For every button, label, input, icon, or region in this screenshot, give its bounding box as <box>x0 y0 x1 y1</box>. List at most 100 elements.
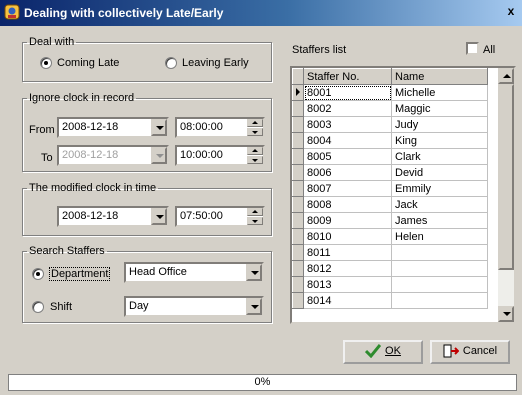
staffers-grid[interactable]: Staffer No. Name 8001 Michelle 8002 Maggic 8… <box>290 66 516 324</box>
scroll-thumb[interactable] <box>498 84 514 270</box>
row-indicator[interactable] <box>292 148 304 165</box>
scroll-up-icon[interactable] <box>498 68 514 84</box>
leaving-early-label[interactable]: Leaving Early <box>182 57 249 69</box>
name-cell[interactable] <box>391 292 488 309</box>
row-indicator[interactable] <box>292 292 304 309</box>
table-row[interactable]: 8003 Judy <box>292 116 488 133</box>
row-indicator[interactable] <box>292 196 304 213</box>
table-row[interactable]: 8013 <box>292 276 488 293</box>
table-row[interactable]: 8012 <box>292 260 488 277</box>
name-cell[interactable] <box>391 244 488 261</box>
spin-down-icon[interactable] <box>247 156 263 164</box>
row-indicator[interactable] <box>292 260 304 277</box>
name-cell[interactable]: James <box>391 212 488 229</box>
staffer-no-cell[interactable]: 8004 <box>303 132 392 149</box>
table-row[interactable]: 8010 Helen <box>292 228 488 245</box>
column-header-name[interactable]: Name <box>391 68 488 85</box>
row-indicator[interactable] <box>292 228 304 245</box>
leaving-early-radio[interactable] <box>165 57 177 69</box>
table-row[interactable]: 8001 Michelle <box>292 84 488 101</box>
dialog-window: Dealing with collectively Late/Early x D… <box>0 0 522 395</box>
staffer-no-cell[interactable]: 8011 <box>303 244 392 261</box>
all-label[interactable]: All <box>483 44 495 56</box>
staffer-no-cell[interactable]: 8010 <box>303 228 392 245</box>
staffer-no-cell[interactable]: 8001 <box>303 84 392 101</box>
modified-time-input[interactable]: 07:50:00 <box>175 206 265 227</box>
close-icon[interactable]: x <box>504 5 518 19</box>
to-time-spinner[interactable] <box>247 147 263 164</box>
staffer-no-cell[interactable]: 8007 <box>303 180 392 197</box>
scroll-down-icon[interactable] <box>498 306 514 322</box>
spin-down-icon[interactable] <box>247 217 263 225</box>
row-indicator[interactable] <box>292 116 304 133</box>
staffer-no-cell[interactable]: 8014 <box>303 292 392 309</box>
spin-up-icon[interactable] <box>247 147 263 155</box>
name-cell[interactable] <box>391 276 488 293</box>
modified-date-picker[interactable]: 2008-12-18 <box>57 206 169 227</box>
staffer-no-cell[interactable]: 8013 <box>303 276 392 293</box>
to-date-picker: 2008-12-18 <box>57 145 169 166</box>
vertical-scrollbar[interactable] <box>498 68 514 322</box>
table-row[interactable]: 8006 Devid <box>292 164 488 181</box>
name-cell[interactable]: King <box>391 132 488 149</box>
name-cell[interactable]: Emmily <box>391 180 488 197</box>
table-row[interactable]: 8011 <box>292 244 488 261</box>
staffer-no-cell[interactable]: 8008 <box>303 196 392 213</box>
department-select[interactable]: Head Office <box>124 262 264 283</box>
staffer-no-cell[interactable]: 8009 <box>303 212 392 229</box>
shift-select[interactable]: Day <box>124 296 264 317</box>
name-cell[interactable]: Michelle <box>391 84 488 101</box>
department-label[interactable]: Department <box>48 267 111 281</box>
staffer-no-cell[interactable]: 8006 <box>303 164 392 181</box>
name-cell[interactable]: Helen <box>391 228 488 245</box>
staffer-no-cell[interactable]: 8005 <box>303 148 392 165</box>
shift-dropdown-icon[interactable] <box>246 298 262 315</box>
shift-label[interactable]: Shift <box>50 301 72 313</box>
row-indicator[interactable] <box>292 100 304 117</box>
table-row[interactable]: 8004 King <box>292 132 488 149</box>
row-indicator[interactable] <box>292 132 304 149</box>
name-cell[interactable]: Devid <box>391 164 488 181</box>
title-bar[interactable]: Dealing with collectively Late/Early x <box>0 0 522 26</box>
from-date-dropdown-icon[interactable] <box>151 119 167 136</box>
column-header-staffer-no[interactable]: Staffer No. <box>303 68 392 85</box>
row-indicator[interactable] <box>292 164 304 181</box>
table-row[interactable]: 8009 James <box>292 212 488 229</box>
row-indicator[interactable] <box>292 276 304 293</box>
from-date-picker[interactable]: 2008-12-18 <box>57 117 169 138</box>
staffer-no-cell[interactable]: 8002 <box>303 100 392 117</box>
row-indicator[interactable] <box>292 84 304 101</box>
spin-up-icon[interactable] <box>247 208 263 216</box>
coming-late-radio[interactable] <box>40 57 52 69</box>
table-row[interactable]: 8008 Jack <box>292 196 488 213</box>
modified-date-dropdown-icon[interactable] <box>151 208 167 225</box>
row-indicator[interactable] <box>292 212 304 229</box>
name-cell[interactable] <box>391 260 488 277</box>
name-cell[interactable]: Jack <box>391 196 488 213</box>
coming-late-label[interactable]: Coming Late <box>57 57 119 69</box>
spin-down-icon[interactable] <box>247 128 263 136</box>
table-row[interactable]: 8005 Clark <box>292 148 488 165</box>
to-time-input[interactable]: 10:00:00 <box>175 145 265 166</box>
row-indicator[interactable] <box>292 244 304 261</box>
department-dropdown-icon[interactable] <box>246 264 262 281</box>
from-time-spinner[interactable] <box>247 119 263 136</box>
all-checkbox[interactable] <box>466 42 479 55</box>
table-row[interactable]: 8007 Emmily <box>292 180 488 197</box>
staffer-no-cell[interactable]: 8012 <box>303 260 392 277</box>
name-cell[interactable]: Judy <box>391 116 488 133</box>
cancel-button[interactable]: Cancel <box>430 340 510 364</box>
name-cell[interactable]: Maggic <box>391 100 488 117</box>
to-label: To <box>41 152 53 164</box>
name-cell[interactable]: Clark <box>391 148 488 165</box>
shift-radio[interactable] <box>32 301 44 313</box>
staffer-no-cell[interactable]: 8003 <box>303 116 392 133</box>
spin-up-icon[interactable] <box>247 119 263 127</box>
from-time-input[interactable]: 08:00:00 <box>175 117 265 138</box>
table-row[interactable]: 8014 <box>292 292 488 309</box>
ok-button[interactable]: OK <box>343 340 423 364</box>
table-row[interactable]: 8002 Maggic <box>292 100 488 117</box>
modified-time-spinner[interactable] <box>247 208 263 225</box>
row-indicator[interactable] <box>292 180 304 197</box>
department-radio[interactable] <box>32 268 44 280</box>
